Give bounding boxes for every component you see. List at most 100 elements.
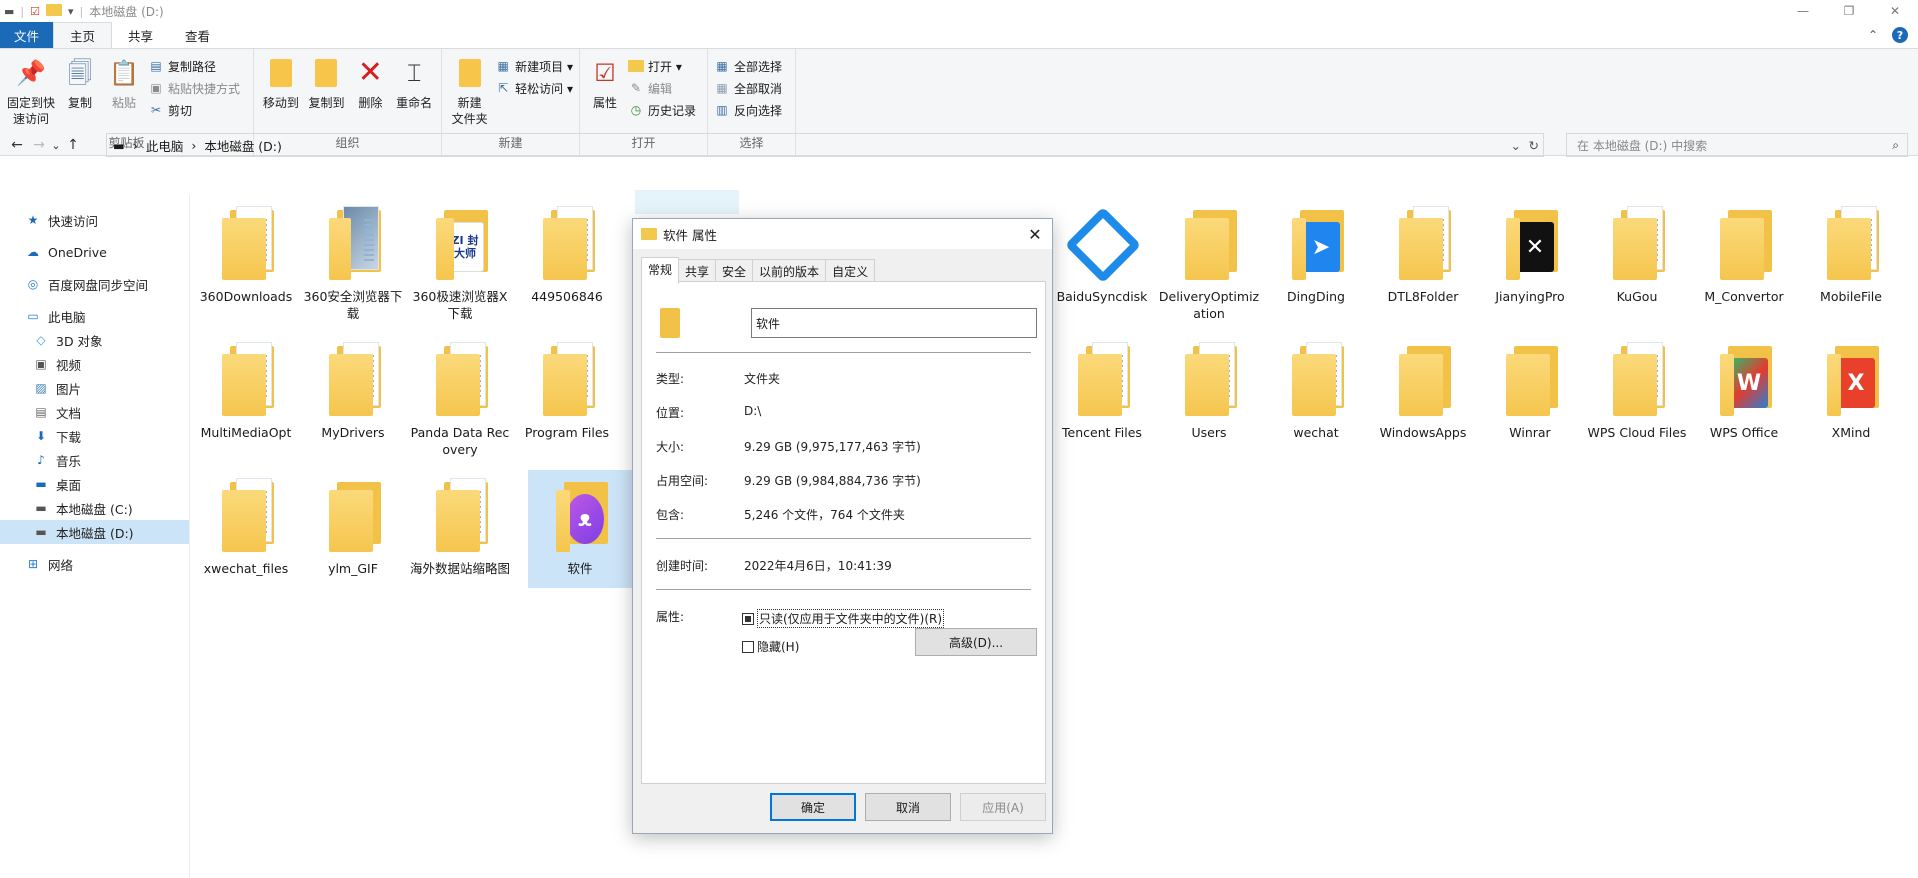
sidebar-item-baidu[interactable]: ◎ 百度网盘同步空间	[0, 272, 189, 296]
folder-xmind[interactable]: X XMind	[1799, 330, 1903, 441]
address-bar[interactable]: ▬ › 此电脑 › 本地磁盘 (D:) ⌄ ↻	[106, 133, 1544, 157]
collapse-ribbon-icon[interactable]: ⌃	[1868, 28, 1878, 42]
folder-tencent-files[interactable]: Tencent Files	[1050, 330, 1154, 441]
hidden-checkbox[interactable]: 隐藏(H)	[742, 638, 799, 655]
back-button[interactable]: ←	[6, 137, 28, 153]
address-dropdown-icon[interactable]: ⌄	[1511, 138, 1521, 153]
folder-kugou[interactable]: KuGou	[1585, 194, 1689, 305]
easy-access-button[interactable]: ⇱ 轻松访问 ▾	[495, 79, 573, 97]
readonly-checkbox[interactable]: 只读(仅应用于文件夹中的文件)(R)	[742, 609, 945, 628]
dialog-close-button[interactable]: ✕	[1024, 223, 1046, 245]
sidebar-item-network[interactable]: ⊞ 网络	[0, 552, 189, 576]
folder-ylm-gif[interactable]: ylm_GIF	[301, 466, 405, 577]
open-button[interactable]: 打开 ▾	[628, 57, 696, 75]
folder-users[interactable]: Users	[1157, 330, 1261, 441]
sidebar-item-videos[interactable]: ▣ 视频	[0, 352, 189, 376]
button-label: 文件夹	[451, 112, 488, 126]
button-label: 复制	[67, 96, 92, 110]
dialog-title: 软件 属性	[663, 227, 717, 243]
sidebar-item-label: 本地磁盘 (D:)	[56, 525, 134, 541]
ok-button[interactable]: 确定	[770, 793, 856, 821]
button-label: 剪切	[168, 103, 193, 118]
apply-button[interactable]: 应用(A)	[960, 793, 1046, 821]
folder-360downloads[interactable]: 360Downloads	[194, 194, 298, 305]
folder-icon	[1714, 204, 1774, 282]
folder-icon	[658, 304, 682, 340]
invert-selection-button[interactable]: ▥ 反向选择	[714, 101, 782, 119]
sidebar-item-this-pc[interactable]: ▭ 此电脑	[0, 304, 189, 328]
sidebar-item-pictures[interactable]: ▨ 图片	[0, 376, 189, 400]
sidebar-item-desktop[interactable]: ▬ 桌面	[0, 472, 189, 496]
tab-file[interactable]: 文件	[0, 22, 54, 48]
folder-dtl8folder[interactable]: DTL8Folder	[1371, 194, 1475, 305]
folder-icon	[1607, 204, 1667, 282]
recent-locations-button[interactable]: ⌄	[50, 139, 62, 152]
edit-button[interactable]: ✎ 编辑	[628, 79, 696, 97]
folder-winrar[interactable]: Winrar	[1478, 330, 1582, 441]
folder-449506846[interactable]: 449506846	[515, 194, 619, 305]
folder-software-selected[interactable]: ᴥ 软件	[528, 470, 632, 588]
sidebar-item-3d-objects[interactable]: ◇ 3D 对象	[0, 328, 189, 352]
tab-general[interactable]: 常规	[641, 257, 680, 284]
sidebar-item-documents[interactable]: ▤ 文档	[0, 400, 189, 424]
folder-xwechat-files[interactable]: xwechat_files	[194, 466, 298, 577]
folder-360-browser-download[interactable]: 360安全浏览器下载	[301, 194, 405, 322]
desktop-icon: ▬	[35, 477, 47, 491]
select-all-button[interactable]: ▦ 全部选择	[714, 57, 782, 75]
new-item-button[interactable]: ▦ 新建项目 ▾	[495, 57, 573, 75]
folder-baidusyncdisk[interactable]: BaiduSyncdisk	[1050, 194, 1154, 305]
advanced-button[interactable]: 高级(D)...	[915, 628, 1037, 656]
minimize-button[interactable]: —	[1780, 0, 1826, 22]
sidebar-item-downloads[interactable]: ⬇ 下载	[0, 424, 189, 448]
sidebar-item-quick-access[interactable]: ★ 快速访问	[0, 208, 189, 232]
tab-view[interactable]: 查看	[169, 22, 226, 48]
folder-deliveryoptimization[interactable]: DeliveryOptimization	[1157, 194, 1261, 322]
folder-icon	[1607, 340, 1667, 418]
folder-dingding[interactable]: ➤ DingDing	[1264, 194, 1368, 305]
sidebar-item-music[interactable]: ♪ 音乐	[0, 448, 189, 472]
folder-wechat[interactable]: wechat	[1264, 330, 1368, 441]
search-icon[interactable]: ⌕	[1892, 138, 1899, 153]
copy-path-button[interactable]: ▤ 复制路径	[148, 57, 240, 75]
sidebar-item-drive-c[interactable]: ▬ 本地磁盘 (C:)	[0, 496, 189, 520]
folder-jianyingpro[interactable]: ✕ JianyingPro	[1478, 194, 1582, 305]
folder-mydrivers[interactable]: MyDrivers	[301, 330, 405, 441]
folder-program-files[interactable]: Program Files	[515, 330, 619, 441]
folder-icon[interactable]	[46, 3, 62, 19]
cancel-button[interactable]: 取消	[865, 793, 951, 821]
paste-shortcut-button[interactable]: ▣ 粘贴快捷方式	[148, 79, 240, 97]
sidebar-item-onedrive[interactable]: ☁ OneDrive	[0, 240, 189, 264]
folder-360-speed-browser-download[interactable]: ZI 封大师 360极速浏览器X下载	[408, 194, 512, 322]
disk-size-row: 占用空间: 9.29 GB (9,984,884,736 字节)	[656, 472, 921, 489]
properties-check-icon[interactable]: ☑	[30, 5, 40, 18]
search-input[interactable]: 在 本地磁盘 (D:) 中搜索 ⌕	[1566, 133, 1908, 157]
tab-share[interactable]: 共享	[112, 22, 169, 48]
folder-panda-data-recovery[interactable]: Panda Data Recovery	[408, 330, 512, 458]
select-none-button[interactable]: ▦ 全部取消	[714, 79, 782, 97]
breadcrumb-this-pc[interactable]: 此电脑	[146, 136, 184, 155]
folder-name-input[interactable]: 软件	[751, 308, 1037, 338]
folder-m-convertor[interactable]: M_Convertor	[1692, 194, 1796, 305]
folder-multimediaopt[interactable]: MultiMediaOpt	[194, 330, 298, 441]
close-button[interactable]: ✕	[1872, 0, 1918, 22]
history-button[interactable]: ◷ 历史记录	[628, 101, 696, 119]
folder-overseas-thumbnails[interactable]: 海外数据站缩略图	[408, 466, 512, 577]
breadcrumb-drive-d[interactable]: 本地磁盘 (D:)	[204, 136, 282, 155]
button-label: 新建项目 ▾	[515, 59, 573, 74]
sidebar-item-drive-d[interactable]: ▬ 本地磁盘 (D:)	[0, 520, 189, 544]
sidebar-item-label: 百度网盘同步空间	[48, 277, 149, 293]
up-button[interactable]: ↑	[62, 137, 84, 153]
maximize-button[interactable]: ❐	[1826, 0, 1872, 22]
forward-button[interactable]: →	[28, 137, 50, 153]
refresh-icon[interactable]: ↻	[1529, 138, 1539, 153]
tab-home[interactable]: 主页	[53, 22, 113, 48]
folder-icon	[216, 476, 276, 554]
customize-dropdown-icon[interactable]: ▾	[68, 5, 74, 18]
folder-wps-cloud-files[interactable]: WPS Cloud Files	[1585, 330, 1689, 441]
size-row: 大小: 9.29 GB (9,975,177,463 字节)	[656, 438, 921, 455]
folder-windowsapps[interactable]: WindowsApps	[1371, 330, 1475, 441]
help-icon[interactable]: ?	[1892, 27, 1908, 43]
folder-mobilefile[interactable]: MobileFile	[1799, 194, 1903, 305]
folder-wps-office[interactable]: W WPS Office	[1692, 330, 1796, 441]
cut-button[interactable]: ✂ 剪切	[148, 101, 240, 119]
